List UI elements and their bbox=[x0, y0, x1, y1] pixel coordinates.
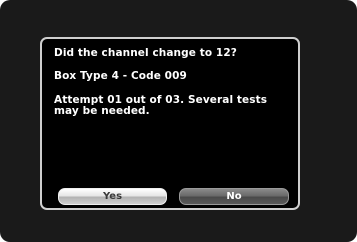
yes-button[interactable]: Yes bbox=[58, 188, 167, 205]
box-type-code: Box Type 4 - Code 009 bbox=[54, 70, 187, 82]
tv-screen: Did the channel change to 12? Box Type 4… bbox=[0, 0, 357, 242]
dialog-question: Did the channel change to 12? bbox=[54, 47, 237, 59]
no-button[interactable]: No bbox=[179, 188, 289, 205]
channel-test-dialog: Did the channel change to 12? Box Type 4… bbox=[40, 37, 300, 210]
attempt-message: Attempt 01 out of 03. Several tests may … bbox=[54, 94, 268, 117]
